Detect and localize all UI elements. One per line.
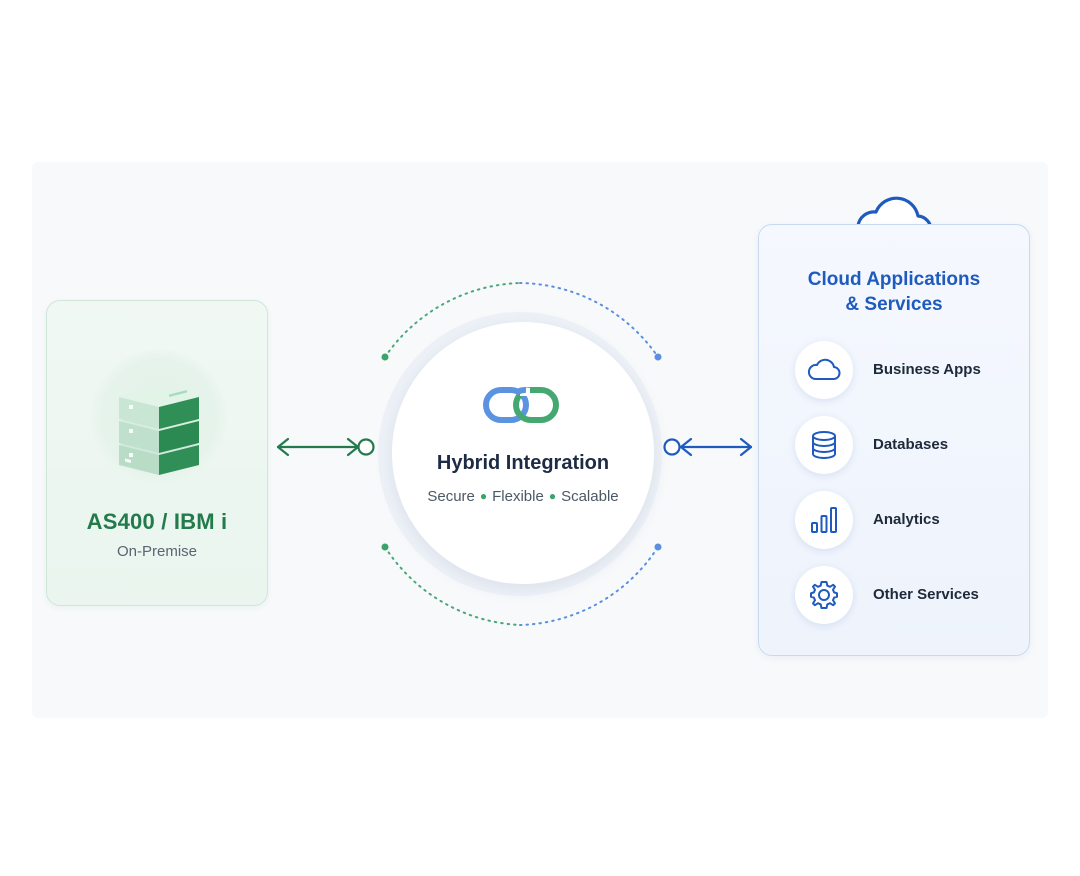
cloud-card-title: Cloud Applications & Services — [759, 267, 1029, 317]
bar-chart-icon — [811, 507, 837, 533]
service-item-databases: Databases — [795, 416, 1015, 476]
arc-node — [654, 543, 662, 551]
arc-node — [654, 353, 662, 361]
on-premise-subtitle: On-Premise — [116, 543, 198, 560]
other-services-icon-badge — [795, 566, 853, 624]
on-premise-title: AS400 / IBM i — [86, 509, 228, 534]
link-chain-icon — [483, 387, 559, 423]
cloud-title-line2: & Services — [845, 294, 943, 315]
on-premise-card: AS400 / IBM i On-Premise — [46, 300, 268, 606]
business-apps-icon-badge — [795, 341, 853, 399]
service-label: Analytics — [873, 511, 940, 528]
arc-node — [381, 543, 389, 551]
analytics-icon-badge — [795, 491, 853, 549]
service-item-business-apps: Business Apps — [795, 341, 1015, 401]
cloud-title-line1: Cloud Applications — [807, 269, 981, 290]
service-label: Business Apps — [873, 361, 981, 378]
right-connector-arrow — [663, 437, 753, 457]
databases-icon-badge — [795, 416, 853, 474]
hub-tag: Secure — [427, 488, 475, 505]
service-label: Other Services — [873, 586, 979, 603]
left-connector-arrow — [276, 437, 375, 457]
database-icon — [812, 431, 836, 459]
service-item-analytics: Analytics — [795, 491, 1015, 551]
service-label: Databases — [873, 436, 949, 453]
service-item-other-services: Other Services — [795, 566, 1015, 626]
separator-dot: ● — [548, 489, 557, 503]
hybrid-integration-hub: Hybrid Integration Secure ● Flexible ● Scala… — [392, 322, 654, 584]
gear-icon — [810, 581, 838, 609]
cloud-icon — [807, 358, 841, 380]
cloud-services-card: Cloud Applications & Services Business A… — [758, 224, 1030, 656]
hub-tag: Scalable — [561, 488, 619, 505]
server-stack-icon — [119, 387, 199, 475]
hub-tag: Flexible — [492, 488, 544, 505]
hub-tagline: Secure ● Flexible ● Scalable — [392, 488, 654, 505]
hub-title: Hybrid Integration — [436, 452, 610, 474]
separator-dot: ● — [479, 489, 488, 503]
arc-node — [381, 353, 389, 361]
